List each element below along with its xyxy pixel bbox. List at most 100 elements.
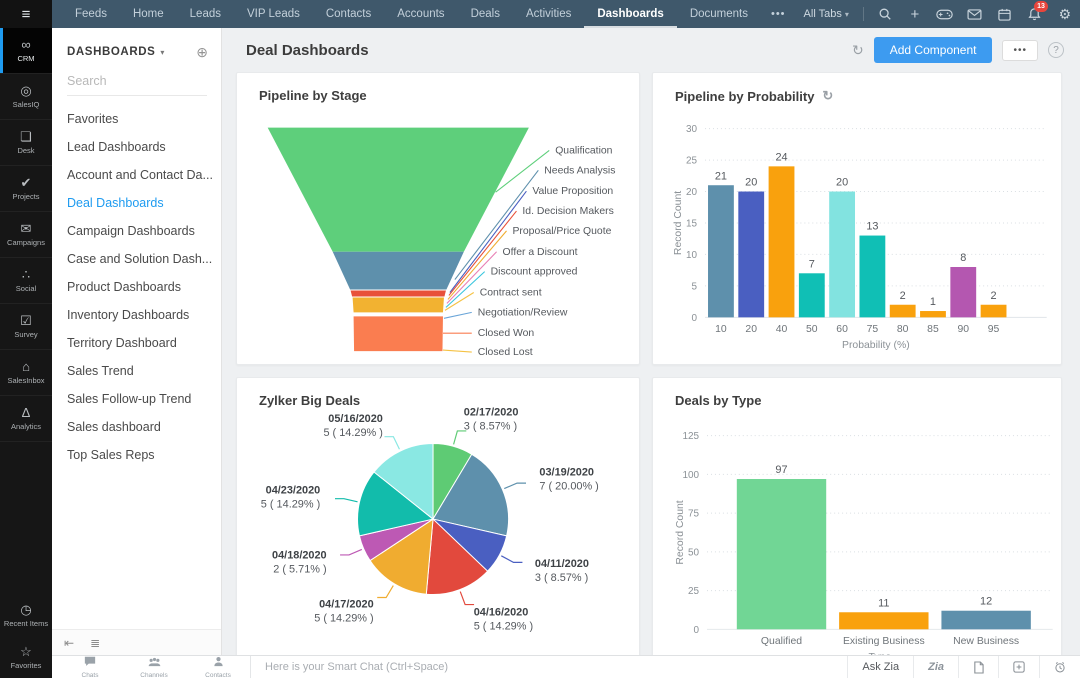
page-header-actions: ↻ Add Component ••• ? [852, 37, 1064, 63]
chat-tab-label: Contacts [205, 673, 231, 678]
svg-text:0: 0 [692, 313, 698, 324]
chart-title: Zylker Big Deals [259, 393, 360, 408]
more-tabs-button[interactable]: ••• [761, 8, 796, 20]
sidebar-item-favorites[interactable]: ☆Favorites [0, 636, 52, 678]
app-menu-icon: ≡ [22, 6, 31, 23]
sidebar-item-survey[interactable]: ☑Survey [0, 304, 52, 350]
app-menu-button[interactable]: ≡ [0, 0, 52, 28]
sort-list-icon[interactable]: ≣ [90, 636, 100, 650]
svg-text:125: 125 [682, 431, 699, 442]
sidebar-item-analytics[interactable]: ∆Analytics [0, 396, 52, 442]
chart-refresh-icon[interactable]: ↻ [822, 88, 833, 104]
nav-tab-documents[interactable]: Documents [677, 0, 761, 28]
sidebar-item-salesiq[interactable]: ◎SalesIQ [0, 74, 52, 120]
dashboard-more-button[interactable]: ••• [1002, 40, 1038, 61]
svg-text:80: 80 [897, 324, 909, 335]
dashboard-list-item-deal-dashboards[interactable]: Deal Dashboards [52, 189, 221, 217]
analytics-icon: ∆ [22, 406, 30, 419]
nav-tab-accounts[interactable]: Accounts [384, 0, 457, 28]
add-icon[interactable]: + [900, 0, 930, 28]
calendar-icon[interactable] [990, 0, 1020, 28]
notifications-icon[interactable]: 13 [1020, 0, 1050, 28]
nav-tab-contacts[interactable]: Contacts [313, 0, 384, 28]
sidebar-item-recent-items[interactable]: ◷Recent Items [0, 594, 52, 636]
deals-by-type-bar-chart: 025507510012597Qualified11Existing Busin… [653, 378, 1061, 676]
chat-tabs: Chats Channels Contacts [52, 656, 250, 678]
nav-tab-dashboards[interactable]: Dashboards [584, 0, 676, 28]
crm-links-icon: ∞ [21, 38, 30, 51]
chat-tab-contacts[interactable]: Contacts [186, 656, 250, 678]
reminder-clock-icon[interactable] [1039, 656, 1080, 678]
refresh-icon[interactable]: ↻ [852, 42, 864, 59]
nav-tab-leads[interactable]: Leads [177, 0, 234, 28]
add-component-button[interactable]: Add Component [874, 37, 993, 63]
document-icon[interactable] [958, 656, 998, 678]
all-tabs-dropdown[interactable]: All Tabs▾ [796, 8, 857, 20]
sidebar-item-campaigns[interactable]: ✉Campaigns [0, 212, 52, 258]
dashboard-list-item-territory-dashboard[interactable]: Territory Dashboard [52, 329, 221, 357]
chat-tab-chats[interactable]: Chats [58, 656, 122, 678]
svg-text:95: 95 [988, 324, 1000, 335]
sidebar-item-desk[interactable]: ❏Desk [0, 120, 52, 166]
svg-text:Record Count: Record Count [675, 500, 686, 564]
nav-tab-feeds[interactable]: Feeds [62, 0, 120, 28]
add-window-icon[interactable] [998, 656, 1039, 678]
chevron-down-icon: ▾ [845, 10, 849, 19]
dashboard-list-item-account-and-contact-da[interactable]: Account and Contact Da... [52, 161, 221, 189]
dashboard-list-item-case-and-solution-dash[interactable]: Case and Solution Dash... [52, 245, 221, 273]
search-icon[interactable] [870, 0, 900, 28]
dashboard-list-item-inventory-dashboards[interactable]: Inventory Dashboards [52, 301, 221, 329]
sidebar-item-label: Desk [17, 146, 34, 155]
svg-text:Qualification: Qualification [555, 145, 612, 156]
svg-text:Value Proposition: Value Proposition [532, 186, 613, 197]
panel-caret-icon[interactable]: ▾ [160, 48, 164, 57]
dashboard-list-item-favorites[interactable]: Favorites [52, 105, 221, 133]
svg-text:20: 20 [686, 187, 698, 198]
pipeline-by-probability-bar-chart: 0510152025302110202024407502060137528018… [653, 73, 1061, 364]
svg-text:Proposal/Price Quote: Proposal/Price Quote [512, 226, 611, 237]
dashboard-list-item-sales-trend[interactable]: Sales Trend [52, 357, 221, 385]
svg-text:85: 85 [927, 324, 939, 335]
games-icon[interactable] [930, 0, 960, 28]
svg-text:5 ( 14.29% ): 5 ( 14.29% ) [314, 612, 373, 624]
svg-text:13: 13 [866, 221, 878, 233]
dashboard-list-item-sales-dashboard[interactable]: Sales dashboard [52, 413, 221, 441]
chat-tab-label: Chats [82, 673, 99, 678]
svg-text:97: 97 [775, 464, 787, 476]
svg-text:Negotiation/Review: Negotiation/Review [478, 307, 568, 318]
svg-text:0: 0 [694, 625, 700, 636]
nav-tab-activities[interactable]: Activities [513, 0, 584, 28]
help-icon[interactable]: ? [1048, 42, 1064, 58]
chat-tab-channels[interactable]: Channels [122, 656, 186, 678]
add-dashboard-icon[interactable]: ⊕ [196, 45, 208, 59]
sidebar-item-label: Recent Items [4, 619, 48, 628]
dashboard-list-item-sales-follow-up-trend[interactable]: Sales Follow-up Trend [52, 385, 221, 413]
settings-icon[interactable]: ⚙ [1050, 0, 1080, 28]
sidebar-item-label: Favorites [11, 661, 42, 670]
dashboard-list-item-top-sales-reps[interactable]: Top Sales Reps [52, 441, 221, 469]
sidebar-item-salesinbox[interactable]: ⌂SalesInbox [0, 350, 52, 396]
svg-text:2: 2 [991, 290, 997, 302]
nav-tab-deals[interactable]: Deals [458, 0, 513, 28]
survey-check-icon: ☑ [20, 314, 32, 327]
pipeline-by-stage-funnel-chart: QualificationNeeds AnalysisValue Proposi… [237, 73, 639, 364]
smart-chat-input[interactable] [265, 661, 847, 673]
nav-tab-vip-leads[interactable]: VIP Leads [234, 0, 313, 28]
mail-icon[interactable] [960, 0, 990, 28]
dashboards-panel-header: DASHBOARDS ▾ ⊕ [52, 28, 221, 69]
svg-text:8: 8 [960, 252, 966, 264]
sidebar-item-projects[interactable]: ✔Projects [0, 166, 52, 212]
svg-text:20: 20 [745, 324, 757, 335]
sidebar-item-crm[interactable]: ∞CRM [0, 28, 52, 74]
collapse-panel-icon[interactable]: ⇤ [64, 636, 74, 650]
dashboard-list-item-campaign-dashboards[interactable]: Campaign Dashboards [52, 217, 221, 245]
sidebar-item-social[interactable]: ∴Social [0, 258, 52, 304]
svg-text:21: 21 [715, 170, 727, 182]
nav-tab-home[interactable]: Home [120, 0, 177, 28]
dashboard-search-input[interactable] [67, 69, 207, 96]
zia-logo[interactable]: Zia [913, 656, 958, 678]
dashboard-list-item-lead-dashboards[interactable]: Lead Dashboards [52, 133, 221, 161]
ask-zia-button[interactable]: Ask Zia [847, 656, 913, 678]
salesiq-icon: ◎ [20, 84, 31, 97]
dashboard-list-item-product-dashboards[interactable]: Product Dashboards [52, 273, 221, 301]
